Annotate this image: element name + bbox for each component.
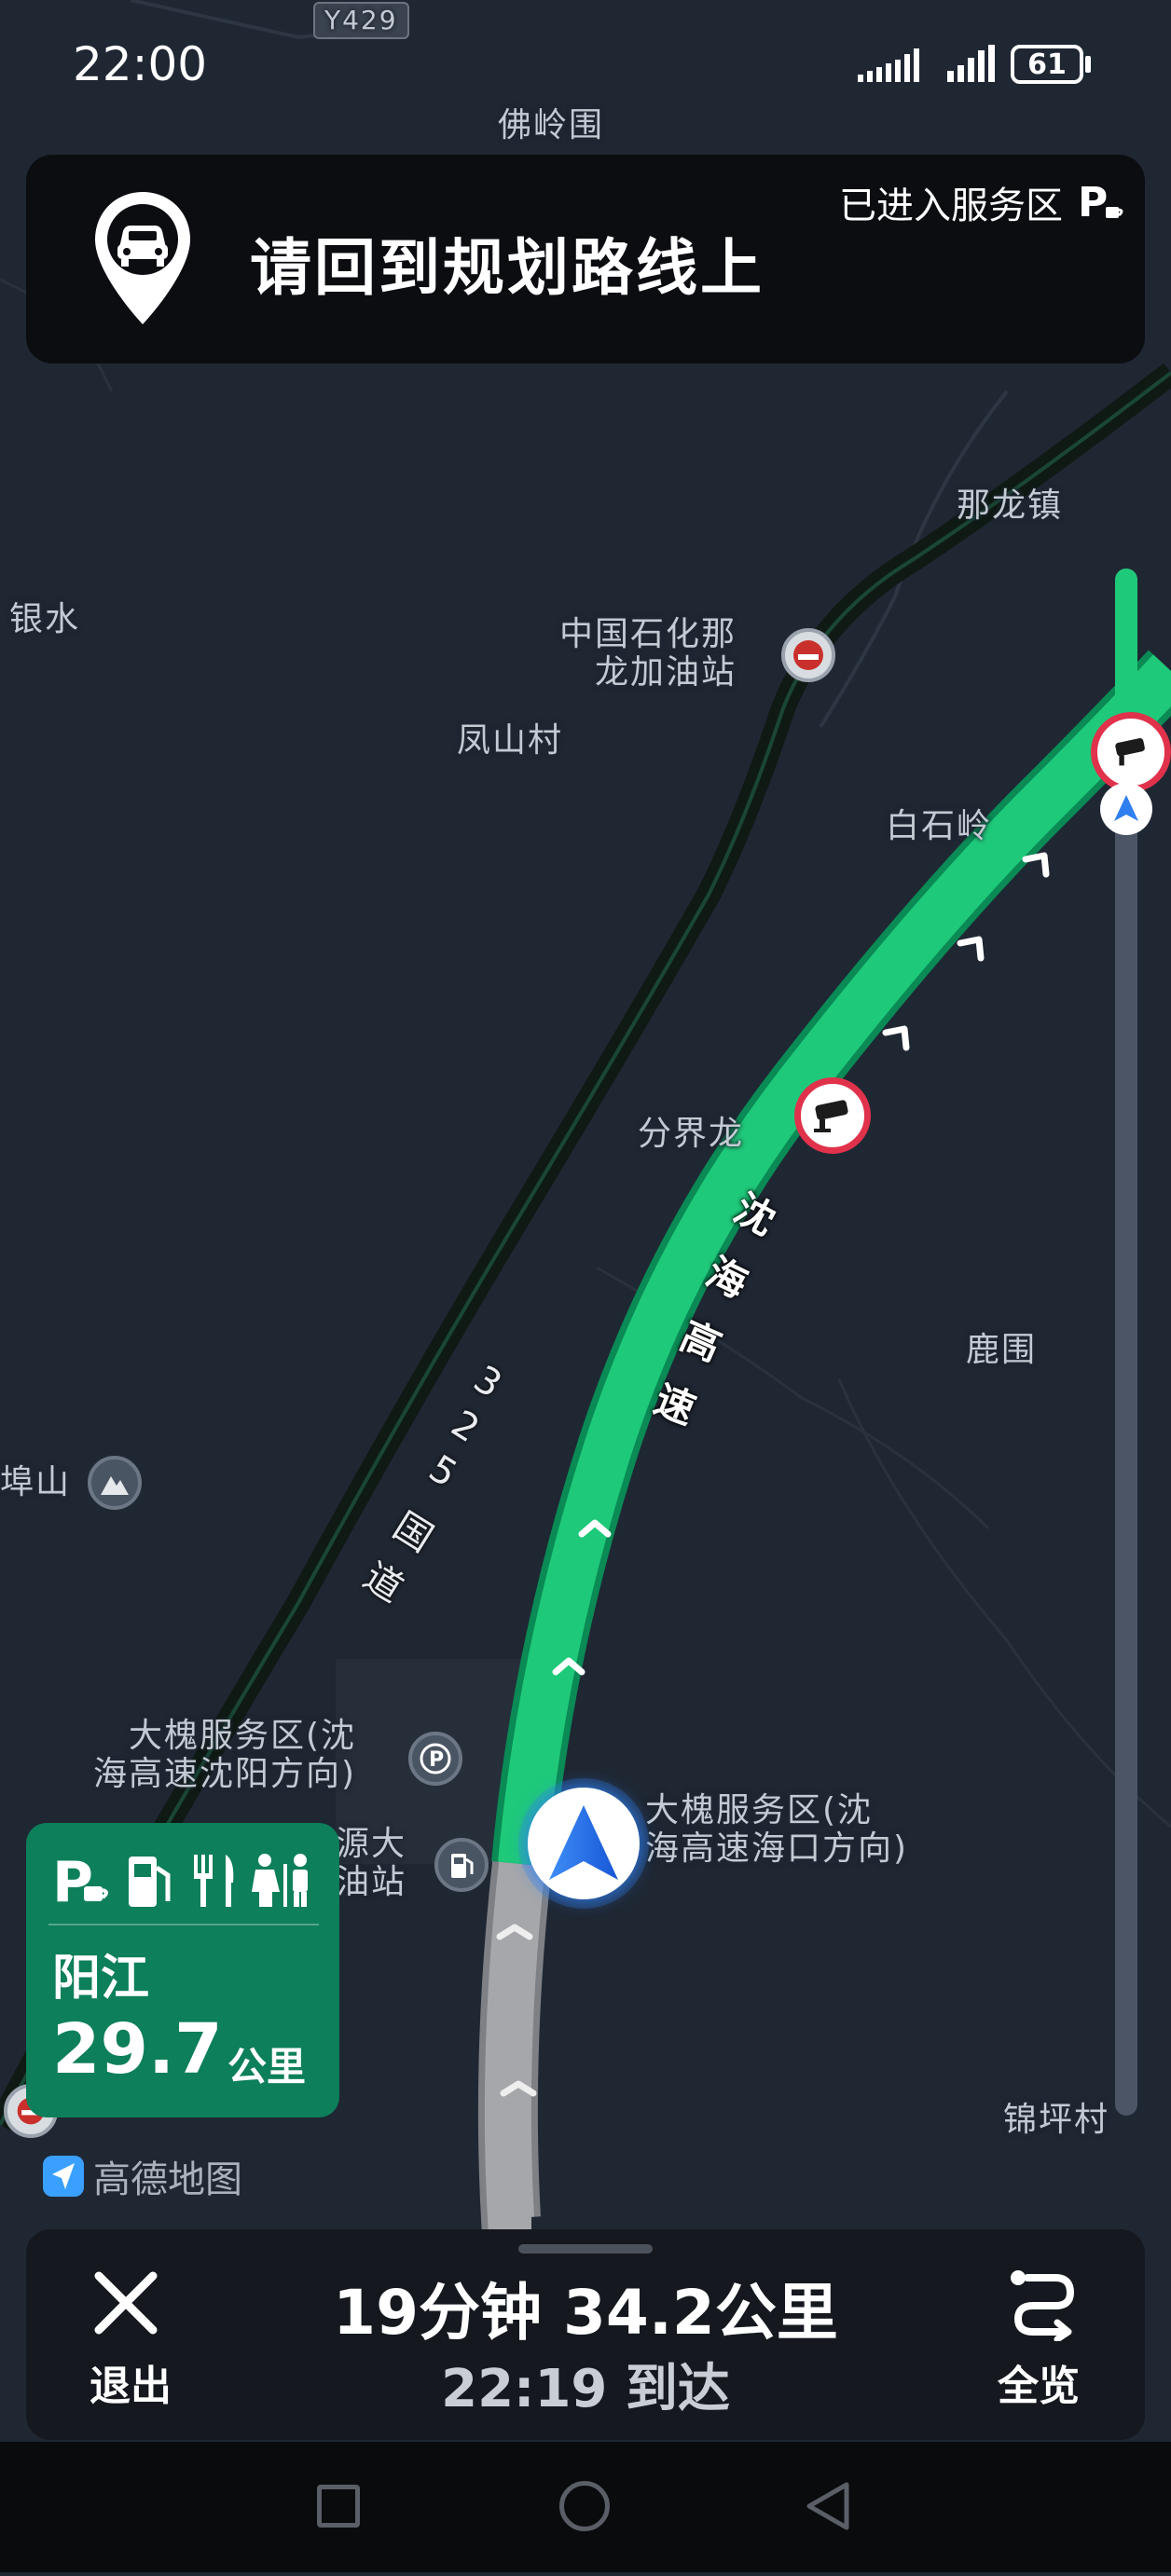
speed-camera-icon[interactable] xyxy=(1091,712,1171,792)
restaurant-icon xyxy=(194,1855,234,1907)
svg-text:P: P xyxy=(52,1850,93,1912)
poi-label-service-area-haikou-line1: 大槐服务区(沈 xyxy=(645,1791,874,1829)
place-label-baishiling: 白石岭 xyxy=(886,807,993,845)
route-overview-icon xyxy=(1011,2270,1075,2343)
poi-label-service-area-shenyang-line2: 海高速沈阳方向) xyxy=(93,1755,357,1794)
place-label-yinshui: 银水 xyxy=(9,600,81,638)
sinopec-gas-station-icon[interactable] xyxy=(781,628,835,682)
battery-level: 61 xyxy=(1027,48,1067,81)
trip-summary: 19分钟 34.2公里 xyxy=(333,2277,838,2349)
svg-text:P: P xyxy=(1078,179,1108,224)
signal-icon xyxy=(856,43,930,89)
home-button[interactable] xyxy=(559,2481,610,2531)
arrival-time: 22:19 到达 xyxy=(441,2359,730,2419)
mountain-icon[interactable] xyxy=(88,1456,142,1510)
place-label-fenjielong: 分界龙 xyxy=(638,1115,745,1153)
service-area-distance-unit: 公里 xyxy=(227,2044,307,2090)
recent-apps-button[interactable] xyxy=(317,2485,360,2528)
poi-label-gas-station-line2: 油站 xyxy=(336,1863,407,1902)
toilet-icon xyxy=(252,1854,308,1907)
facility-icons: P xyxy=(52,1850,308,1912)
guidance-banner[interactable]: 请回到规划路线上 已进入服务区 P xyxy=(26,155,1145,363)
current-location-arrow-icon[interactable] xyxy=(528,1788,640,1899)
car-location-pin-icon xyxy=(91,188,194,332)
amap-logo: 高德地图 xyxy=(41,2149,242,2203)
overview-button[interactable] xyxy=(1007,2267,1081,2345)
status-bar: 22:00 61 xyxy=(0,0,1171,130)
place-label-fushan: 埠山 xyxy=(0,1463,72,1501)
poi-label-sinopec-line2: 龙加油站 xyxy=(595,653,737,692)
panel-drag-handle[interactable] xyxy=(518,2244,653,2254)
poi-label-gas-station-line1: 源大 xyxy=(336,1825,407,1863)
back-button[interactable] xyxy=(802,2479,852,2537)
next-service-area-card[interactable]: P 阳江 29.7 公里 xyxy=(26,1823,339,2117)
amap-logo-icon xyxy=(43,2156,84,2197)
fuel-station-icon[interactable] xyxy=(434,1838,489,1892)
place-label-fengshan: 凤山村 xyxy=(457,721,564,760)
poi-label-sinopec[interactable]: 中国石化那 龙加油站 xyxy=(559,615,737,692)
parking-cafe-icon: P xyxy=(52,1850,108,1912)
service-area-name: 阳江 xyxy=(52,1951,150,2007)
amap-logo-text: 高德地图 xyxy=(93,2158,242,2201)
poi-label-service-area-shenyang[interactable]: 大槐服务区(沈 海高速沈阳方向) xyxy=(93,1717,356,1794)
system-nav-bar xyxy=(0,2442,1171,2572)
guidance-instruction: 请回到规划路线上 xyxy=(250,232,765,304)
planned-route xyxy=(498,654,1171,1867)
service-area-status: 已进入服务区 xyxy=(839,185,1063,227)
svg-text:P: P xyxy=(429,1748,444,1772)
signal-icon xyxy=(945,43,998,89)
poi-label-service-area-shenyang-line1: 大槐服务区(沈 xyxy=(129,1717,357,1755)
battery-tip xyxy=(1085,56,1091,73)
service-area-distance: 29.7 xyxy=(52,2009,223,2090)
poi-label-service-area-haikou[interactable]: 大槐服务区(沈 海高速海口方向) xyxy=(645,1791,908,1869)
poi-label-service-area-haikou-line2: 海高速海口方向) xyxy=(645,1829,909,1869)
battery-icon: 61 xyxy=(1011,45,1083,84)
status-time: 22:00 xyxy=(73,37,208,91)
parking-cafe-icon: P xyxy=(1078,179,1126,227)
route-progress-marker-icon xyxy=(1100,783,1152,835)
card-divider xyxy=(48,1924,319,1925)
parking-icon[interactable]: P xyxy=(408,1732,462,1786)
navigation-bottom-panel[interactable]: 退出 19分钟 34.2公里 22:19 到达 全览 xyxy=(26,2229,1145,2440)
poi-label-gas-station[interactable]: 源大 油站 xyxy=(336,1825,406,1902)
fuel-icon xyxy=(129,1857,171,1907)
speed-camera-icon[interactable] xyxy=(794,1077,871,1154)
back-triangle-icon xyxy=(806,2482,849,2530)
place-label-luwei: 鹿围 xyxy=(966,1331,1038,1369)
place-label-jinping: 锦坪村 xyxy=(1003,2101,1110,2139)
overview-label[interactable]: 全览 xyxy=(998,2352,1080,2412)
place-label-nalong: 那龙镇 xyxy=(957,486,1064,525)
poi-label-sinopec-line1: 中国石化那 xyxy=(559,615,737,653)
